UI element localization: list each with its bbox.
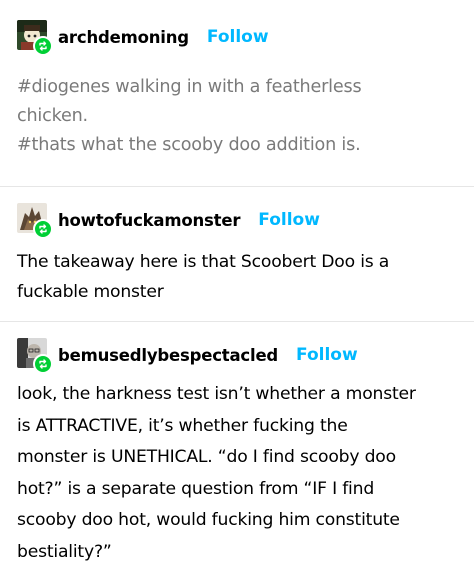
divider <box>0 321 474 322</box>
username[interactable]: bemusedlybespectacled <box>58 346 278 365</box>
avatar[interactable] <box>17 20 53 56</box>
post-header: archdemoning Follow <box>17 20 269 56</box>
avatar[interactable] <box>17 203 53 239</box>
body-line: The takeaway here is that Scoobert Doo i… <box>17 252 390 272</box>
post-header: howtofuckamonster Follow <box>17 203 320 239</box>
divider <box>0 186 474 187</box>
tag-line[interactable]: chicken. <box>17 102 457 131</box>
body-line: monster is UNETHICAL. “do I find scooby … <box>17 447 396 467</box>
tag-line[interactable]: #diogenes walking in with a featherless <box>17 73 457 102</box>
body-line: bestiality?” <box>17 541 112 562</box>
post-body: look, the harkness test isn’t whether a … <box>17 379 457 568</box>
follow-button[interactable]: Follow <box>258 210 320 230</box>
tag-line[interactable]: #thats what the scooby doo addition is. <box>17 131 457 160</box>
follow-button[interactable]: Follow <box>207 27 269 47</box>
follow-button[interactable]: Follow <box>296 345 358 365</box>
body-line: look, the harkness test isn’t whether a … <box>17 384 416 404</box>
body-line: fuckable monster <box>17 282 164 302</box>
body-line: hot?” is a separate question from “IF I … <box>17 478 375 499</box>
post-tags: #diogenes walking in with a featherless … <box>17 73 457 160</box>
post-header: bemusedlybespectacled Follow <box>17 338 358 374</box>
reblog-icon <box>33 219 53 239</box>
body-line: is ATTRACTIVE, it’s whether fucking the <box>17 415 348 436</box>
reblog-icon <box>33 36 53 56</box>
username[interactable]: howtofuckamonster <box>58 211 240 230</box>
reblog-icon <box>33 354 53 374</box>
avatar[interactable] <box>17 338 53 374</box>
post-body: The takeaway here is that Scoobert Doo i… <box>17 247 457 307</box>
username[interactable]: archdemoning <box>58 28 189 47</box>
body-line: scooby doo hot, would fucking him consti… <box>17 510 400 530</box>
